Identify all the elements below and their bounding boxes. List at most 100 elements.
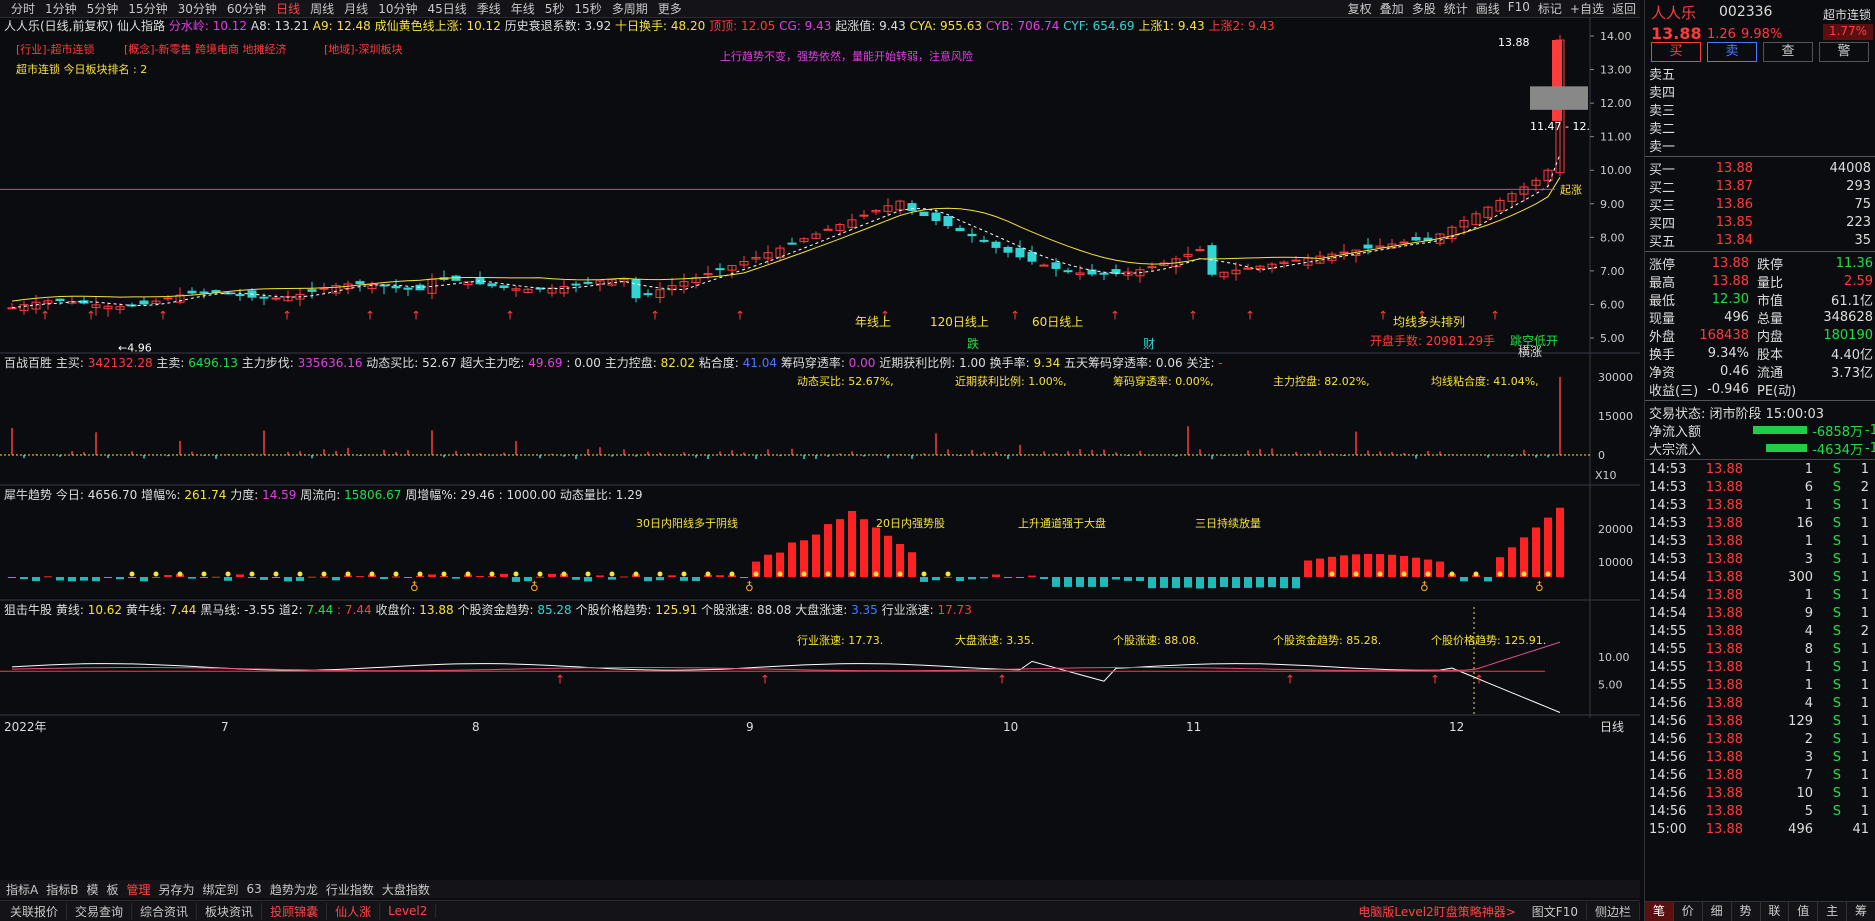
period-tab[interactable]: 30分钟 [173, 0, 222, 17]
function-tab[interactable]: 关联报价 [2, 902, 68, 920]
period-tab[interactable]: 10分钟 [373, 0, 422, 17]
period-tab[interactable]: 45日线 [422, 0, 471, 17]
indicator-tab[interactable]: 趋势为龙 [266, 881, 322, 898]
indicator-tab[interactable]: 绑定到 [199, 881, 243, 898]
panel2-axis-label: 30000 [1598, 371, 1633, 384]
period-tab[interactable]: 15分钟 [123, 0, 172, 17]
trade-button[interactable]: 卖 [1707, 42, 1757, 62]
period-tab[interactable]: 年线 [506, 0, 540, 17]
period-tab[interactable]: 周线 [305, 0, 339, 17]
book-level: 买三 [1649, 198, 1676, 214]
period-tab[interactable]: 60分钟 [222, 0, 271, 17]
tick-row: 14:54 13.88 1 S 1 [1645, 586, 1875, 604]
indicator-tab[interactable]: 模 [82, 881, 102, 898]
bottom-right-button[interactable]: 侧边栏 [1587, 902, 1640, 920]
toolbar-button[interactable]: 叠加 [1376, 0, 1408, 17]
side-tab[interactable]: 笔 [1645, 902, 1674, 921]
trend-annotation: 上行趋势不变，强势依然，量能开始转弱，注意风险 [720, 49, 973, 63]
ask-row[interactable]: 卖四 [1645, 82, 1875, 101]
trade-button[interactable]: 警 [1819, 42, 1869, 62]
side-tab[interactable]: 主 [1818, 902, 1848, 921]
indicator-tab[interactable]: 管理 [122, 881, 154, 898]
tick-cell: 13.88 [1705, 677, 1743, 693]
legend-key: A9: [313, 19, 333, 33]
toolbar-button[interactable]: 统计 [1440, 0, 1472, 17]
legend-value: 6496.13 [184, 356, 241, 370]
flow-value: -6858万 [1812, 424, 1863, 440]
toolbar-button[interactable]: F10 [1504, 0, 1534, 17]
tick-cell: 1 [1804, 677, 1813, 693]
bid-row[interactable]: 买四 13.85 223 [1645, 213, 1875, 232]
ask-row[interactable]: 卖一 [1645, 136, 1875, 155]
function-tab[interactable]: 投顾锦囊 [262, 902, 328, 920]
tick-cell: 13.88 [1705, 695, 1743, 711]
function-tab[interactable]: 板块资讯 [197, 902, 263, 920]
indicator-tab[interactable]: 指标A [2, 881, 42, 898]
bid-row[interactable]: 买五 13.84 35 [1645, 231, 1875, 250]
chart-label: 60日线上 [1032, 315, 1083, 329]
indicator-tab[interactable]: 行业指数 [322, 881, 378, 898]
bid-row[interactable]: 买一 13.88 44008 [1645, 159, 1875, 178]
toolbar-button[interactable]: 多股 [1408, 0, 1440, 17]
toolbar-button[interactable]: +自选 [1566, 0, 1608, 17]
trend-bar [1184, 577, 1192, 588]
indicator-tab[interactable]: 指标B [42, 881, 82, 898]
period-tab[interactable]: 5秒 [540, 0, 570, 17]
ask-row[interactable]: 卖三 [1645, 100, 1875, 119]
sector-tag[interactable]: [地域]-深圳板块 [324, 42, 403, 56]
period-tab[interactable]: 分时 [6, 0, 40, 17]
tick-cell: 2 [1804, 731, 1813, 747]
period-tab[interactable]: 日线 [271, 0, 305, 17]
function-tab[interactable]: 综合资讯 [132, 902, 198, 920]
tick-row: 14:54 13.88 300 S 1 [1645, 568, 1875, 586]
legend-value: 7.44 [303, 603, 337, 617]
side-tab[interactable]: 联 [1761, 902, 1790, 921]
side-tab[interactable]: 价 [1674, 902, 1703, 921]
trade-button[interactable]: 买 [1651, 42, 1701, 62]
side-tab[interactable]: 细 [1703, 902, 1732, 921]
toolbar-button[interactable]: 复权 [1344, 0, 1376, 17]
indicator-tab[interactable]: 63 [243, 882, 266, 896]
candle-body [1051, 262, 1061, 269]
period-tab[interactable]: 15秒 [569, 0, 606, 17]
function-tab[interactable]: 仙人涨 [327, 902, 381, 920]
period-tab[interactable]: 1分钟 [40, 0, 82, 17]
sector-tag[interactable]: [概念]-新零售 跨境电商 地摊经济 [124, 42, 287, 56]
tick-cell: 1 [1860, 677, 1869, 693]
tick-list[interactable]: 14:53 13.88 1 S 1 14:53 13.88 6 S 2 14:53 13.88 1 S 1 1… [1645, 459, 1875, 838]
period-tab[interactable]: 月线 [339, 0, 373, 17]
sector-name[interactable]: 超市连锁 [1823, 6, 1871, 23]
period-tab[interactable]: 5分钟 [82, 0, 124, 17]
function-tab[interactable]: Level2 [380, 904, 437, 918]
trend-dot [777, 571, 783, 577]
toolbar-button[interactable]: 画线 [1472, 0, 1504, 17]
tick-cell: 129 [1788, 713, 1813, 729]
bid-row[interactable]: 买二 13.87 293 [1645, 177, 1875, 196]
side-tab[interactable]: 值 [1789, 902, 1819, 921]
side-tab[interactable]: 筹 [1847, 902, 1875, 921]
period-tab[interactable]: 多周期 [607, 0, 653, 17]
trade-button[interactable]: 查 [1763, 42, 1813, 62]
bid-row[interactable]: 买三 13.86 75 [1645, 195, 1875, 214]
indicator-tab[interactable]: 大盘指数 [378, 881, 434, 898]
ask-row[interactable]: 卖五 [1645, 64, 1875, 83]
period-tab[interactable]: 季线 [472, 0, 506, 17]
stat-row: 现量 496 总量 348628 [1645, 308, 1875, 327]
sector-tag[interactable]: [行业]-超市连锁 [16, 42, 95, 56]
promo-link[interactable]: 电脑版Level2盯盘策略神器> [1350, 903, 1523, 920]
legend-key: 力度: [230, 487, 258, 502]
side-tab[interactable]: 势 [1732, 902, 1761, 921]
indicator-tab[interactable]: 板 [102, 881, 122, 898]
bottom-right-button[interactable]: 图文F10 [1524, 902, 1587, 920]
period-tab[interactable]: 更多 [653, 0, 687, 17]
trend-dot [513, 571, 519, 577]
start-label: 起涨 [1560, 183, 1582, 196]
ask-row[interactable]: 卖二 [1645, 118, 1875, 137]
toolbar-button[interactable]: 标记 [1534, 0, 1566, 17]
indicator-tab[interactable]: 另存为 [155, 881, 199, 898]
stat-value: -0.946 [1707, 381, 1749, 397]
panel3-axis-label: 10000 [1598, 556, 1633, 569]
toolbar-button[interactable]: 返回 [1608, 0, 1640, 17]
function-tab[interactable]: 交易查询 [67, 902, 133, 920]
kline-chart-area[interactable]: 人人乐(日线,前复权) 仙人指路 分水岭: 10.12 A8: 13.21 A9… [0, 18, 1640, 888]
